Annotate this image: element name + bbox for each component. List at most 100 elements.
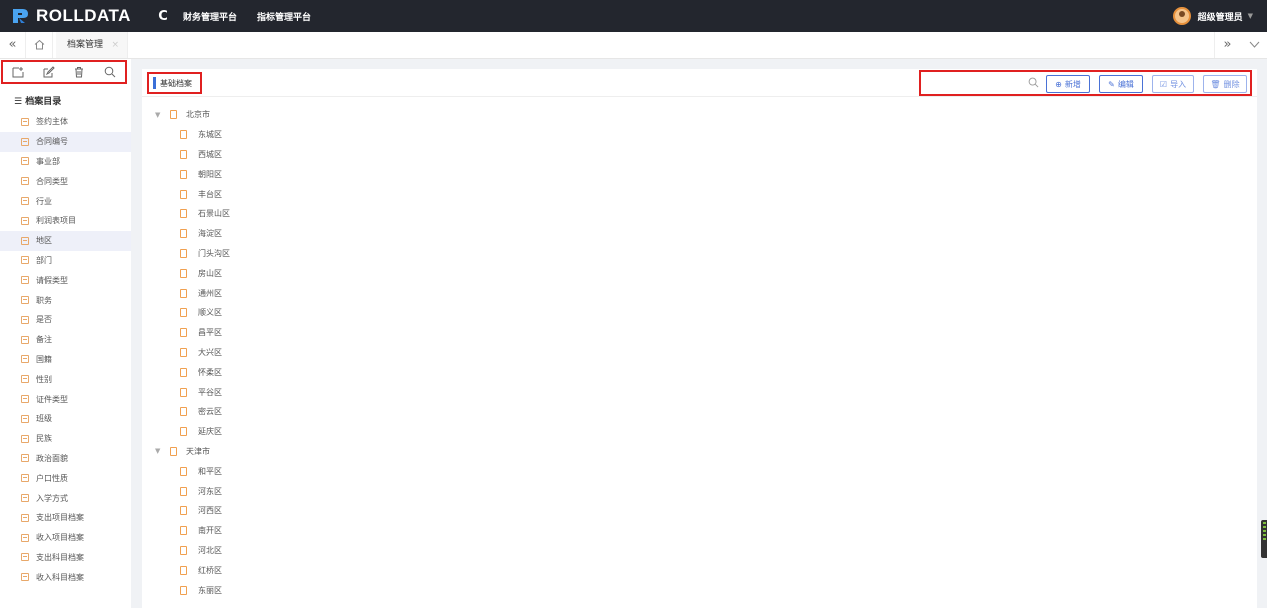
tree-node-district[interactable]: 朝阳区	[142, 164, 742, 184]
tree-node-district[interactable]: 平谷区	[142, 382, 742, 402]
sidebar: ☰ 档案目录 签约主体 合同编号 事业部合同类型行业 利润表项目 地区 部门 请假类型 职务是…	[0, 59, 131, 608]
tree-node-district[interactable]: 房山区	[142, 263, 742, 283]
tree-node-district[interactable]: 大兴区	[142, 343, 742, 363]
catalog-item[interactable]: 支出科目档案	[0, 548, 131, 568]
tree-node-label: 昌平区	[198, 328, 222, 338]
catalog-item[interactable]: 地区	[0, 230, 131, 251]
tree-node-district[interactable]: 昌平区	[142, 323, 742, 343]
catalog-item[interactable]: 民族	[0, 429, 131, 449]
tree-node-label: 石景山区	[198, 209, 230, 219]
tree-node-district[interactable]: 红桥区	[142, 560, 742, 580]
tree-node-label: 海淀区	[198, 229, 222, 239]
tree-node-district[interactable]: 怀柔区	[142, 362, 742, 382]
refresh-icon[interactable]: C	[155, 9, 171, 24]
tree-node-district[interactable]: 顺义区	[142, 303, 742, 323]
catalog-item[interactable]: 户口性质	[0, 468, 131, 488]
folder-icon	[21, 553, 29, 562]
delete-button[interactable]: 🗑 删除	[1203, 75, 1247, 93]
search-field[interactable]	[925, 75, 1025, 91]
tree-node-district[interactable]: 南开区	[142, 521, 742, 541]
tree-node-label: 河西区	[198, 506, 222, 516]
caret-down-icon[interactable]: ▼	[155, 447, 165, 455]
folder-icon	[21, 474, 29, 483]
file-icon	[170, 110, 177, 120]
new-folder-icon[interactable]	[11, 65, 25, 79]
catalog-item[interactable]: 支出项目档案	[0, 508, 131, 528]
trash-icon[interactable]	[72, 65, 86, 79]
folder-icon	[21, 117, 29, 126]
tree-node-district[interactable]: 和平区	[142, 461, 742, 481]
plus-circle-icon: ⊕	[1055, 79, 1062, 89]
tree-node-district[interactable]: 河东区	[142, 481, 742, 501]
catalog-item[interactable]: 证件类型	[0, 389, 131, 409]
catalog-item[interactable]: 利润表项目	[0, 211, 131, 231]
catalog-list: 签约主体 合同编号 事业部合同类型行业 利润表项目 地区 部门 请假类型 职务 是否 备注 国籍 性别…	[0, 112, 131, 587]
edit-icon[interactable]	[42, 65, 56, 79]
catalog-item[interactable]: 是否	[0, 310, 131, 330]
catalog-item[interactable]: 政治面貌	[0, 449, 131, 469]
edit-button[interactable]: ✎ 编辑	[1099, 75, 1143, 93]
search-icon[interactable]	[103, 65, 117, 79]
catalog-item[interactable]: 备注	[0, 330, 131, 350]
add-label: 新增	[1064, 79, 1081, 89]
edit-label: 编辑	[1117, 79, 1134, 89]
catalog-item[interactable]: 国籍	[0, 350, 131, 370]
tree-node-label: 天津市	[186, 446, 210, 456]
catalog-item[interactable]: 请假类型	[0, 270, 131, 290]
scroll-right-icon[interactable]: »	[1214, 32, 1240, 58]
catalog-item[interactable]: 入学方式	[0, 488, 131, 508]
tree-node-province[interactable]: ▼ 天津市	[142, 442, 742, 462]
home-icon[interactable]	[27, 32, 53, 58]
catalog-title-label: 档案目录	[25, 97, 62, 107]
catalog-item-label: 合同类型	[36, 176, 68, 186]
catalog-item[interactable]: 合同类型	[0, 171, 131, 191]
tree-node-district[interactable]: 东丽区	[142, 580, 742, 600]
tree-node-district[interactable]: 延庆区	[142, 422, 742, 442]
tree-node-district[interactable]: 东城区	[142, 125, 742, 145]
catalog-item[interactable]: 事业部	[0, 152, 131, 172]
catalog-item-label: 户口性质	[36, 473, 68, 483]
add-button[interactable]: ⊕ 新增	[1046, 75, 1090, 93]
tree-node-province[interactable]: ▼ 北京市	[142, 105, 742, 125]
user-menu[interactable]: 超级管理员 ▼	[1172, 0, 1253, 32]
chevron-down-icon[interactable]	[1241, 32, 1267, 58]
catalog-item[interactable]: 职务	[0, 290, 131, 310]
tree-node-district[interactable]: 河北区	[142, 541, 742, 561]
tree-node-district[interactable]: 丰台区	[142, 184, 742, 204]
tree-node-district[interactable]: 石景山区	[142, 204, 742, 224]
catalog-item[interactable]: 性别	[0, 369, 131, 389]
tree-node-district[interactable]: 河西区	[142, 501, 742, 521]
rolldata-logo-icon	[13, 9, 28, 23]
catalog-item[interactable]: 行业	[0, 191, 131, 211]
tree-node-district[interactable]: 西城区	[142, 145, 742, 165]
catalog-item-label: 支出科目档案	[36, 552, 84, 562]
catalog-title: ☰ 档案目录	[14, 94, 61, 107]
folder-icon	[21, 513, 29, 522]
folder-icon	[21, 315, 29, 324]
catalog-item[interactable]: 班级	[0, 409, 131, 429]
top-nav-finance[interactable]: 财务管理平台	[183, 10, 237, 23]
feedback-handle[interactable]	[1261, 520, 1267, 558]
tab-archive-management[interactable]: 档案管理 ×	[56, 32, 128, 58]
tree-node-district[interactable]: 门头沟区	[142, 244, 742, 264]
tree-node-label: 平谷区	[198, 387, 222, 397]
catalog-item[interactable]: 签约主体	[0, 112, 131, 132]
caret-down-icon[interactable]: ▼	[155, 111, 165, 119]
search-input[interactable]	[925, 75, 1042, 93]
tree-node-district[interactable]: 海淀区	[142, 224, 742, 244]
tree-node-district[interactable]: 通州区	[142, 283, 742, 303]
catalog-item[interactable]: 部门	[0, 251, 131, 271]
catalog-item[interactable]: 收入科目档案	[0, 567, 131, 587]
tree-node-label: 房山区	[198, 268, 222, 278]
tree-node-district[interactable]: 密云区	[142, 402, 742, 422]
search-icon[interactable]	[1028, 77, 1039, 88]
catalog-item[interactable]: 合同编号	[0, 131, 131, 152]
collapse-left-icon[interactable]: «	[0, 32, 26, 58]
close-icon[interactable]: ×	[111, 32, 119, 58]
top-nav-metrics[interactable]: 指标管理平台	[257, 10, 311, 23]
import-button[interactable]: ☑ 导入	[1152, 75, 1194, 93]
file-icon	[180, 189, 187, 199]
catalog-item[interactable]: 收入项目档案	[0, 528, 131, 548]
brand-logo[interactable]: ROLLDATA	[0, 6, 150, 26]
folder-icon	[21, 375, 29, 384]
